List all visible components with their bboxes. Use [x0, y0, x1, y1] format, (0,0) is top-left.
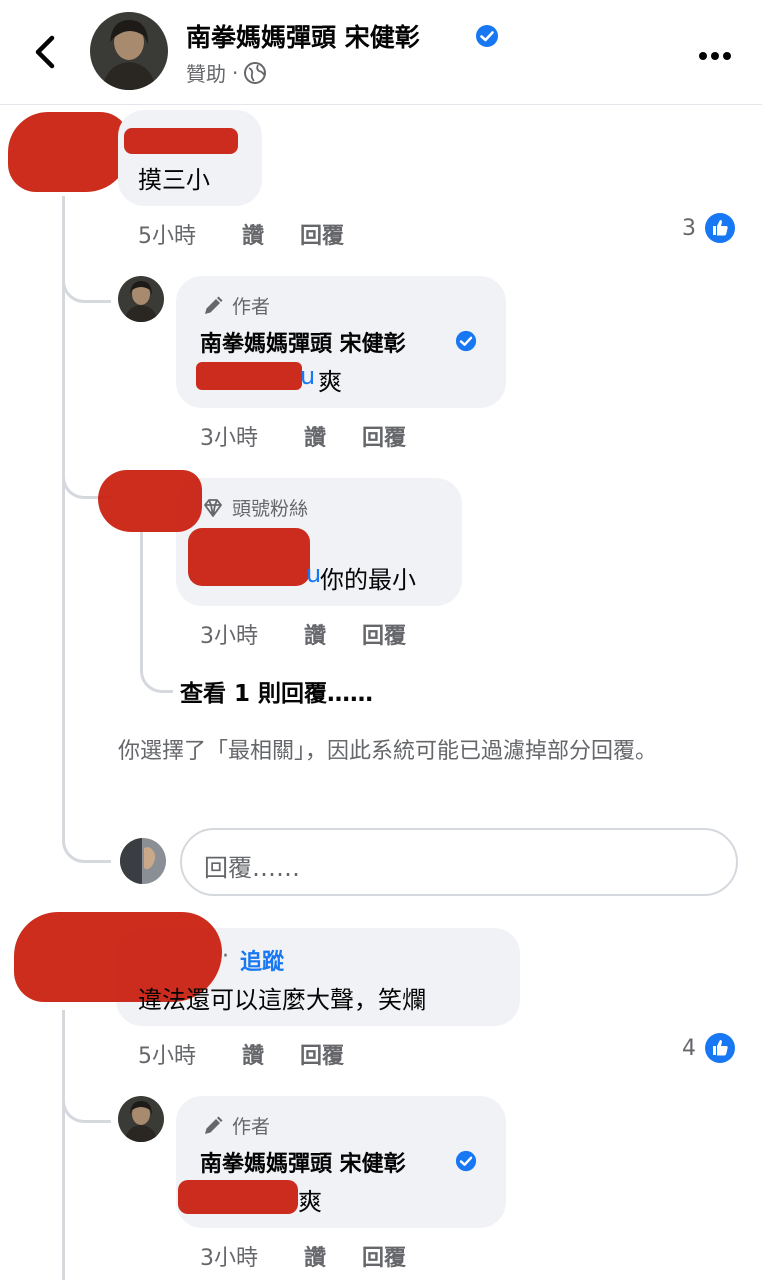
- reply-text: 你的最小: [320, 566, 416, 594]
- verified-badge-icon: [455, 1150, 477, 1172]
- reply-connector: [62, 1080, 111, 1123]
- post-header: 南拳媽媽彈頭 宋健彰 贊助 ·: [0, 0, 762, 105]
- like-button[interactable]: 讚: [242, 1038, 264, 1070]
- redacted-name: [188, 528, 310, 586]
- follow-button[interactable]: 追蹤: [240, 944, 284, 976]
- like-button[interactable]: 讚: [304, 1240, 326, 1272]
- page-avatar[interactable]: [90, 12, 168, 90]
- back-chevron-icon: [35, 35, 55, 69]
- sponsored-row: 贊助 ·: [186, 58, 267, 87]
- reply-button[interactable]: 回覆: [362, 420, 406, 452]
- like-button[interactable]: 讚: [304, 420, 326, 452]
- redacted-mention: [178, 1180, 298, 1214]
- reply-button[interactable]: 回覆: [300, 1038, 344, 1070]
- reply-button[interactable]: 回覆: [362, 618, 406, 650]
- verified-badge-icon: [455, 330, 477, 352]
- badge-label: 頭號粉絲: [232, 498, 309, 520]
- more-dots-icon: [699, 52, 731, 60]
- author-name[interactable]: 南拳媽媽彈頭 宋健彰: [200, 1146, 406, 1178]
- filter-note: 你選擇了「最相關」，因此系統可能已過濾掉部分回覆。: [118, 739, 658, 764]
- redacted-avatar: [98, 470, 202, 532]
- like-count-value: 4: [682, 1035, 696, 1061]
- pencil-icon: [205, 1116, 223, 1134]
- separator-dot: ·: [232, 60, 239, 85]
- sub-thread-line: [140, 530, 143, 670]
- separator-dot: ·: [222, 944, 229, 969]
- reply-connector: [62, 260, 111, 303]
- reply-time: 3小時: [200, 624, 258, 649]
- reply-button[interactable]: 回覆: [300, 218, 344, 250]
- reply-button[interactable]: 回覆: [362, 1240, 406, 1272]
- reply-input[interactable]: 回覆……: [180, 828, 738, 896]
- like-count-value: 3: [682, 215, 696, 241]
- badge-label: 作者: [232, 1116, 271, 1138]
- comment-time: 5小時: [138, 1044, 196, 1069]
- globe-icon: [244, 61, 267, 84]
- thread-line: [62, 300, 65, 800]
- viewer-avatar: [120, 838, 166, 884]
- thread-line: [62, 1010, 65, 1280]
- reply-time: 3小時: [200, 426, 258, 451]
- like-thumb-icon: [705, 1033, 735, 1063]
- like-count[interactable]: 3: [682, 212, 736, 244]
- page-name[interactable]: 南拳媽媽彈頭 宋健彰: [186, 18, 420, 54]
- author-name[interactable]: 南拳媽媽彈頭 宋健彰: [200, 326, 406, 358]
- fan-badge: 頭號粉絲: [202, 494, 308, 521]
- like-thumb-icon: [705, 213, 735, 243]
- sponsored-label: 贊助: [186, 62, 226, 86]
- redacted-avatar: [8, 112, 130, 192]
- reply-text: 爽: [318, 368, 342, 396]
- back-button[interactable]: [28, 30, 64, 74]
- author-badge: 作者: [202, 292, 270, 319]
- diamond-icon: [204, 498, 222, 517]
- author-avatar[interactable]: [118, 276, 164, 322]
- like-button[interactable]: 讚: [242, 218, 264, 250]
- mention-tail[interactable]: u: [306, 560, 321, 588]
- thread-connector: [62, 760, 111, 863]
- sub-thread-connector: [140, 650, 173, 693]
- comment-text: 違法還可以這麼大聲，笑爛: [138, 986, 426, 1014]
- badge-label: 作者: [232, 296, 271, 318]
- reply-input-placeholder: 回覆……: [204, 854, 300, 882]
- comment-time: 5小時: [138, 224, 196, 249]
- author-avatar[interactable]: [118, 1096, 164, 1142]
- mention-tail[interactable]: u: [300, 362, 315, 390]
- like-count[interactable]: 4: [682, 1032, 736, 1064]
- reply-time: 3小時: [200, 1246, 258, 1271]
- like-button[interactable]: 讚: [304, 618, 326, 650]
- comment-text: 摸三小: [138, 166, 210, 194]
- redacted-mention: [196, 362, 302, 390]
- more-options-button[interactable]: [698, 46, 732, 60]
- reply-text: 爽: [298, 1188, 322, 1216]
- view-more-replies[interactable]: 查看 1 則回覆……: [180, 674, 373, 708]
- pencil-icon: [205, 296, 223, 314]
- author-badge: 作者: [202, 1112, 270, 1139]
- verified-badge-icon: [475, 24, 499, 48]
- redacted-name: [124, 128, 238, 154]
